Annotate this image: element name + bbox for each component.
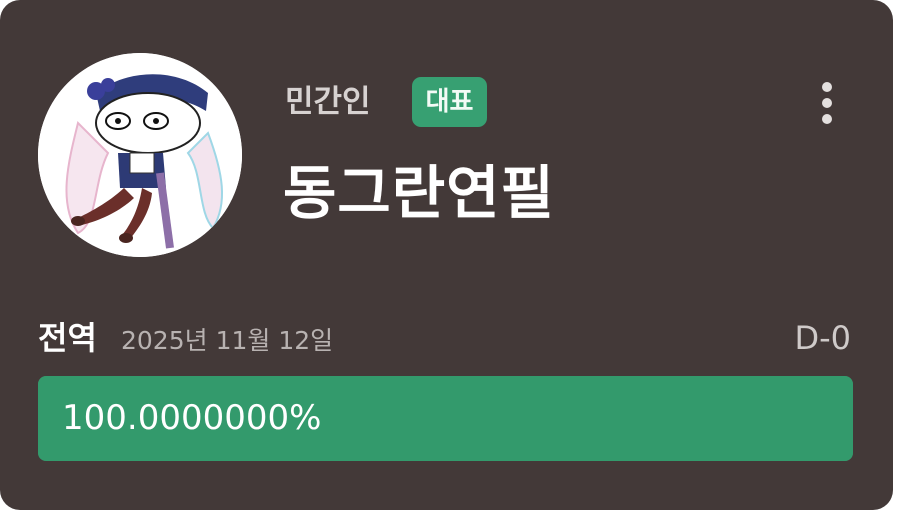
profile-card: 민간인 대표 동그란연필 전역 2025년 11월 12일 D-0 100.00… xyxy=(0,0,893,510)
discharge-date: 2025년 11월 12일 xyxy=(121,326,334,355)
profile-name: 동그란연필 xyxy=(283,159,555,227)
chibi-character-avatar-icon xyxy=(38,53,242,257)
representative-badge: 대표 xyxy=(412,77,487,127)
rank-label: 민간인 xyxy=(285,84,371,120)
phase-label: 전역 xyxy=(38,319,97,357)
progress-percent: 100.0000000% xyxy=(62,398,322,438)
kebab-menu-icon[interactable] xyxy=(812,80,842,126)
dday-counter: D-0 xyxy=(794,319,851,357)
progress-bar: 100.0000000% xyxy=(38,376,853,461)
avatar[interactable] xyxy=(38,53,242,257)
